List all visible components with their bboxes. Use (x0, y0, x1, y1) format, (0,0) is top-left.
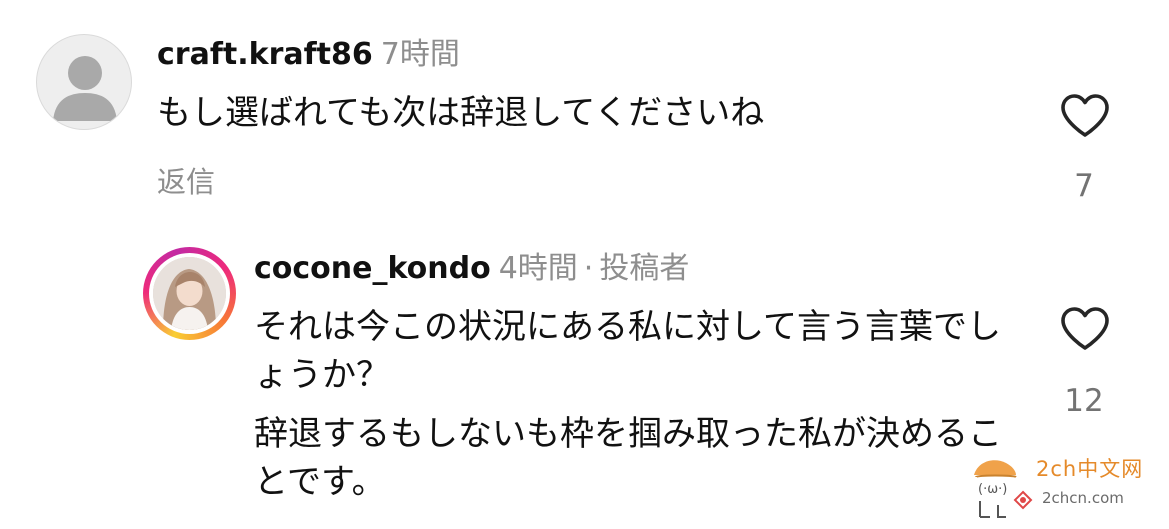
comment-text: もし選ばれても次は辞退してくださいね (157, 93, 765, 133)
separator: · (583, 251, 594, 286)
avatar-photo (153, 257, 226, 330)
watermark-title: 2ch中文网 (1036, 457, 1144, 481)
like-count: 7 (1074, 168, 1094, 204)
timestamp: 4時間 (498, 251, 578, 286)
timestamp: 7時間 (380, 37, 460, 72)
watermark-url: 2chcn.com (1042, 489, 1124, 507)
svg-text:(·ω·): (·ω·) (978, 482, 1007, 497)
reply-button[interactable]: 返信 (157, 160, 215, 204)
avatar-ring-gap (149, 253, 230, 334)
diamond-icon (1013, 490, 1033, 510)
author-badge: 投稿者 (599, 251, 690, 286)
comment-paragraph-1: それは今この状況にある私に対して言う言葉でしょうか？ (254, 307, 1001, 395)
comment-header: cocone_kondo 4時間 · 投稿者 (254, 246, 689, 292)
heart-outline-icon[interactable] (1059, 93, 1111, 139)
comment-header: craft.kraft86 7時間 (157, 32, 460, 78)
heart-outline-icon[interactable] (1059, 306, 1111, 352)
comment-paragraph-2: 辞退するもしないも枠を掴み取った私が決めることです。 (254, 414, 1002, 502)
default-avatar-icon[interactable] (36, 34, 132, 130)
story-ring-avatar[interactable] (143, 247, 236, 340)
username[interactable]: cocone_kondo (254, 251, 491, 286)
watermark: (·ω·) 2ch中文网 2chcn.com (970, 449, 1169, 529)
username[interactable]: craft.kraft86 (157, 37, 373, 72)
like-count: 12 (1064, 383, 1104, 419)
